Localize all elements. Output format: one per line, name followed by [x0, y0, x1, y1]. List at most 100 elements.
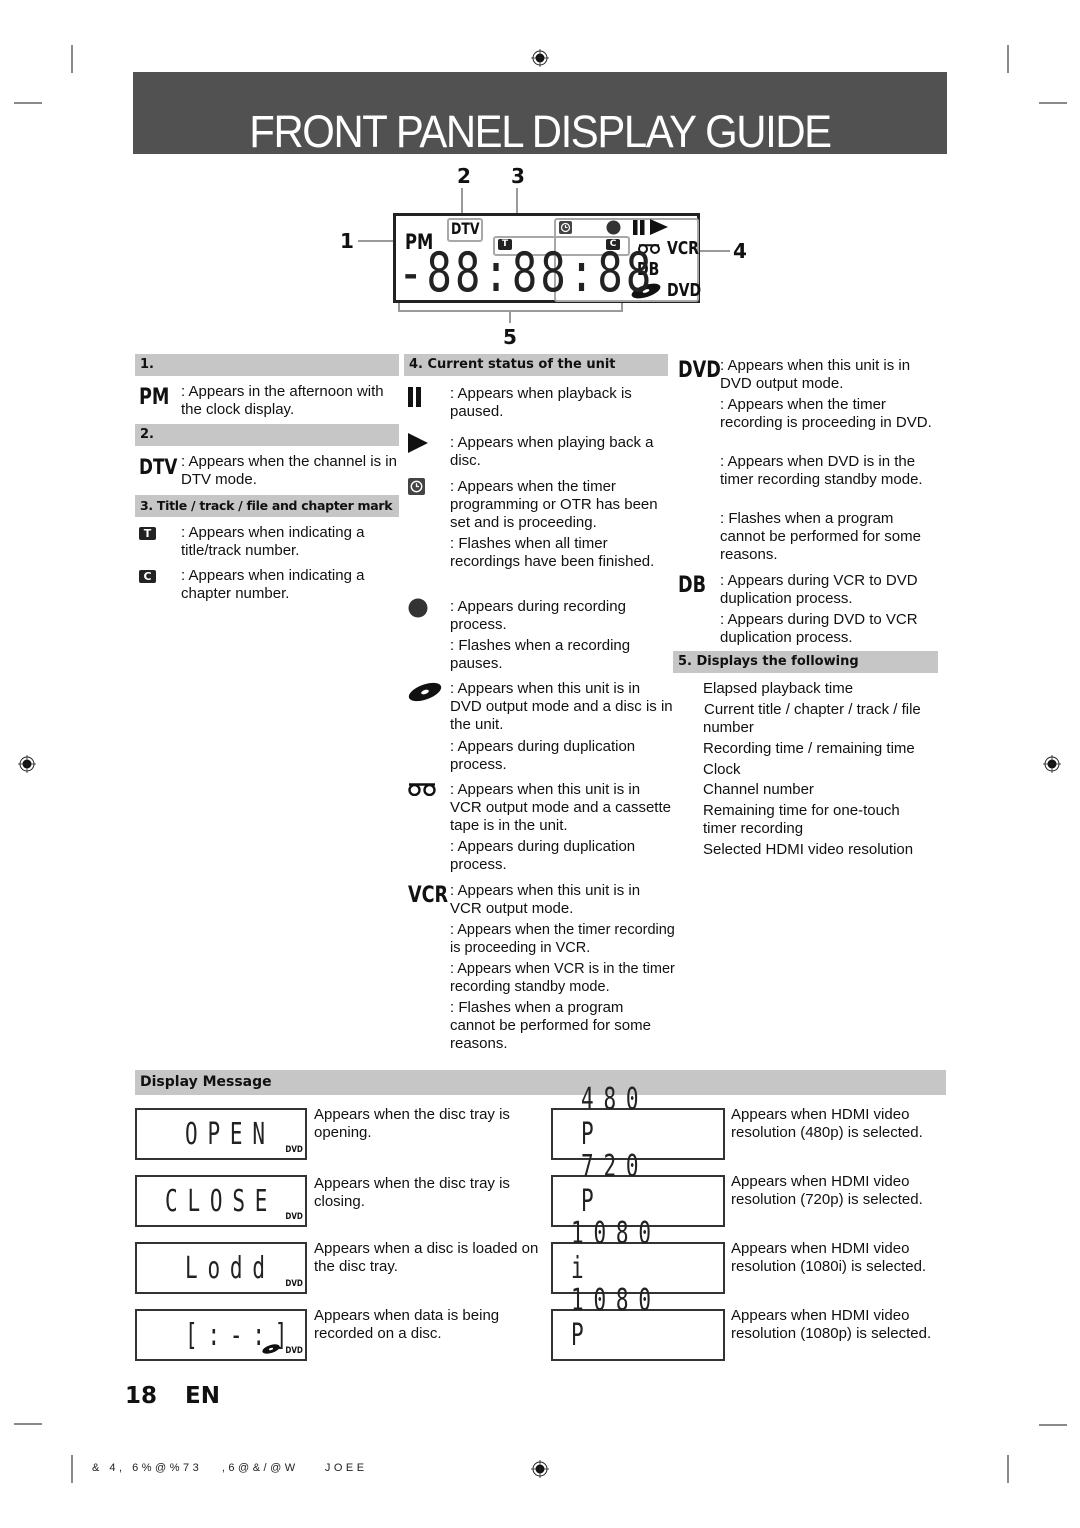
pause-icon	[408, 387, 421, 407]
leader-line	[621, 303, 623, 311]
crop-mark	[71, 1455, 73, 1483]
chapter-mark-icon: C	[139, 570, 156, 583]
lcd-dvd: DVD	[667, 280, 702, 301]
page-title: FRONT PANEL DISPLAY GUIDE	[249, 106, 832, 157]
segment-text: OPEN	[185, 1117, 275, 1152]
registration-mark-icon	[18, 755, 36, 773]
crop-mark	[1039, 102, 1067, 104]
section-4-header: 4. Current status of the unit	[404, 354, 668, 376]
pause-description: : Appears when playback is paused.	[450, 385, 632, 420]
play-icon	[408, 433, 428, 453]
clock-description-1: : Appears when the timer programming or …	[450, 478, 658, 531]
display-item: Clock	[703, 761, 741, 778]
disc-icon	[408, 682, 442, 702]
display-item: Current title / chapter / track / file n…	[703, 701, 921, 736]
record-icon	[408, 598, 428, 618]
segment-text: 480 P	[581, 1082, 649, 1152]
crop-mark	[1007, 1455, 1009, 1483]
title-mark-icon: T	[139, 527, 156, 540]
display-item: Elapsed playback time	[703, 680, 854, 697]
db-symbol: DB	[678, 573, 707, 598]
crop-mark	[1039, 1424, 1067, 1426]
callout-3: 3	[511, 164, 525, 188]
leader-line	[509, 311, 511, 323]
leader-line	[398, 303, 400, 311]
section-2-header: 2.	[135, 424, 399, 446]
display-item: Selected HDMI video resolution	[703, 841, 914, 858]
dvd-symbol: DVD	[678, 358, 721, 383]
dvd-description-2: : Appears when the timer recording is pr…	[720, 396, 932, 431]
callout-2: 2	[457, 164, 471, 188]
cassette-description-1: : Appears when this unit is in VCR outpu…	[450, 781, 671, 834]
play-description: : Appears when playing back a disc.	[450, 434, 654, 469]
dvd-indicator: DVD	[285, 1279, 303, 1289]
lcd-digits: -88:88:88	[398, 241, 655, 304]
crop-mark	[14, 1423, 42, 1425]
db-description-1: : Appears during VCR to DVD duplication …	[720, 572, 918, 607]
message-description: Appears when HDMI video resolution (1080…	[731, 1307, 932, 1342]
message-description: Appears when the disc tray is closing.	[314, 1175, 510, 1210]
pause-icon	[633, 220, 645, 235]
segment-text: Lodd	[185, 1251, 275, 1286]
message-display-load: Lodd DVD	[135, 1242, 307, 1294]
message-description: Appears when HDMI video resolution (1080…	[731, 1240, 927, 1275]
dvd-indicator: DVD	[285, 1346, 303, 1356]
db-description-2: : Appears during DVD to VCR duplication …	[720, 611, 918, 646]
cassette-description-2: : Appears during duplication process.	[450, 838, 636, 873]
message-description: Appears when HDMI video resolution (480p…	[731, 1106, 923, 1141]
dvd-description-4: : Flashes when a program cannot be perfo…	[720, 510, 921, 563]
vcr-description-2: : Appears when the timer recording is pr…	[450, 922, 675, 956]
disc-icon	[262, 1344, 280, 1354]
crop-mark	[71, 45, 73, 73]
message-description: Appears when a disc is loaded on the dis…	[314, 1240, 539, 1275]
callout-5: 5	[503, 325, 517, 349]
clock-description-2: : Flashes when all timer recordings have…	[450, 535, 655, 570]
dvd-indicator: DVD	[285, 1145, 303, 1155]
crop-mark	[1007, 45, 1009, 73]
vcr-symbol: VCR	[408, 883, 449, 908]
play-icon	[650, 219, 668, 235]
dvd-description-1: : Appears when this unit is in DVD outpu…	[720, 357, 911, 392]
disc-description-2: : Appears during duplication process.	[450, 738, 636, 773]
section-3-header: 3. Title / track / file and chapter mark	[135, 495, 399, 517]
clock-icon	[408, 478, 425, 495]
title-mark-description: : Appears when indicating a title/track …	[181, 524, 365, 559]
message-description: Appears when the disc tray is opening.	[314, 1106, 510, 1141]
registration-mark-icon	[531, 1460, 549, 1478]
leader-line	[698, 250, 730, 252]
display-item: Remaining time for one-touch timer recor…	[703, 802, 900, 837]
clock-icon	[559, 221, 572, 234]
page-number: 18	[125, 1383, 158, 1409]
record-description-1: : Appears during recording process.	[450, 598, 626, 633]
section-5-header: 5. Displays the following	[673, 651, 938, 673]
dtv-description: : Appears when the channel is in DTV mod…	[181, 453, 397, 488]
display-item: Recording time / remaining time	[703, 740, 915, 757]
display-message-header: Display Message	[135, 1070, 946, 1095]
message-display-open: OPEN DVD	[135, 1108, 307, 1160]
registration-mark-icon	[531, 49, 549, 67]
message-display-1080p: 1080 P	[551, 1283, 725, 1361]
pm-description: : Appears in the afternoon with the cloc…	[181, 383, 384, 418]
dvd-indicator: DVD	[285, 1212, 303, 1222]
cassette-icon	[408, 783, 436, 796]
registration-mark-icon	[1043, 755, 1061, 773]
page-language: EN	[185, 1383, 220, 1409]
disc-description-1: : Appears when this unit is in DVD outpu…	[450, 680, 673, 733]
dvd-description-3: : Appears when DVD is in the timer recor…	[720, 453, 923, 488]
segment-text: 1080 P	[571, 1283, 661, 1353]
message-description: Appears when HDMI video resolution (720p…	[731, 1173, 923, 1208]
segment-text: 720 P	[581, 1149, 649, 1219]
lcd-vcr: VCR	[667, 238, 699, 259]
chapter-mark-description: : Appears when indicating a chapter numb…	[181, 567, 365, 602]
callout-1: 1	[340, 229, 354, 253]
crop-mark	[14, 102, 42, 104]
pm-symbol: PM	[139, 385, 170, 410]
vcr-description-4: : Flashes when a program cannot be perfo…	[450, 999, 651, 1052]
segment-text: 1080 i	[571, 1216, 661, 1286]
display-item: Channel number	[703, 781, 814, 798]
record-description-2: : Flashes when a recording pauses.	[450, 637, 631, 672]
callout-4: 4	[733, 239, 747, 263]
segment-text: CLOSE	[165, 1184, 278, 1219]
record-icon	[606, 220, 621, 235]
lcd-panel: DTV PM T C VCR DB DVD -88:88:88	[393, 213, 702, 304]
